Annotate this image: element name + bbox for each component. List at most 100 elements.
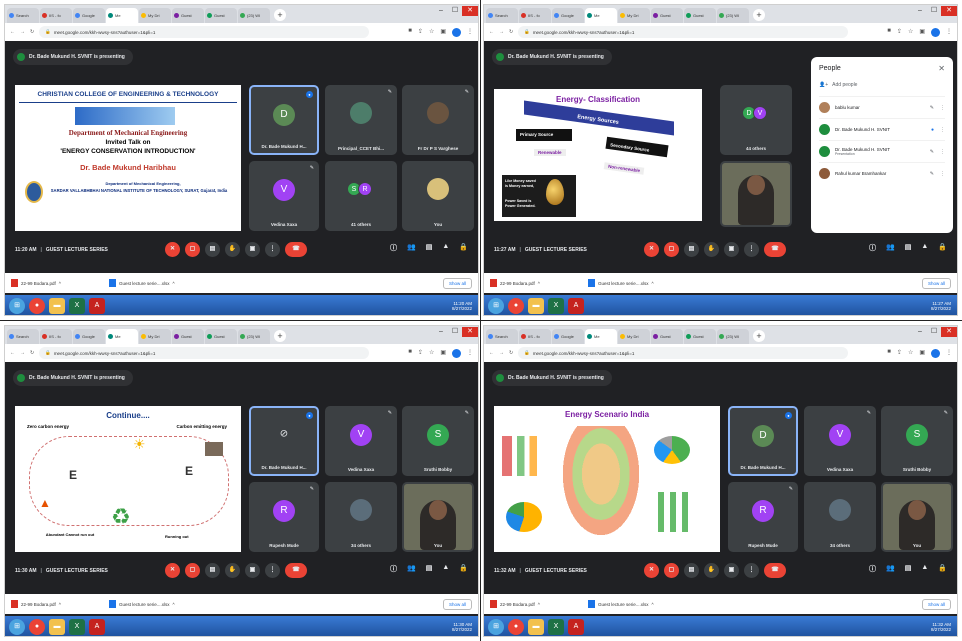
browser-tab[interactable]: Guest	[684, 8, 716, 23]
url-field[interactable]: 🔒 meet.google.com/kkh-wwsy-sns?authuser=1…	[39, 347, 370, 359]
pdf-taskbar-icon[interactable]: A	[89, 298, 105, 314]
minimize-button[interactable]: –	[913, 6, 927, 16]
add-people-button[interactable]: 👤+ Add people	[819, 82, 945, 88]
url-field[interactable]: 🔒 meet.google.com/kkh-wwsy-sns?authuser=1…	[518, 26, 849, 38]
raise-hand-icon[interactable]: ✋	[704, 242, 719, 257]
download-item[interactable]: Guest lecture serie....xlsx ^	[109, 600, 199, 608]
forward-icon[interactable]: →	[20, 29, 25, 35]
chrome-taskbar-icon[interactable]: ●	[508, 298, 524, 314]
camera-off-icon[interactable]: ▢	[185, 563, 200, 578]
browser-tab[interactable]: Search	[7, 329, 39, 344]
people-list-item[interactable]: Dr. Bade Mukund H. SVNIT ● ⋮	[819, 118, 945, 140]
new-tab-button[interactable]: +	[274, 330, 286, 342]
folder-taskbar-icon[interactable]: ▬	[528, 298, 544, 314]
chevron-up-icon[interactable]: ^	[59, 602, 61, 607]
menu-icon[interactable]: ⋮	[946, 349, 952, 358]
chrome-taskbar-icon[interactable]: ●	[29, 298, 45, 314]
camera-icon[interactable]: ■	[887, 349, 891, 358]
menu-icon[interactable]: ⋮	[467, 349, 473, 358]
participant-tile[interactable]: ✎ Fr Dr P S Varghese	[402, 85, 474, 155]
participant-tile[interactable]: 34 others	[325, 482, 397, 552]
mic-off-icon[interactable]: ✕	[165, 242, 180, 257]
browser-tab[interactable]: My Dri	[618, 8, 650, 23]
browser-tab[interactable]: IIS - fo	[519, 329, 551, 344]
profile-avatar[interactable]	[452, 348, 461, 358]
excel-taskbar-icon[interactable]: X	[69, 619, 85, 635]
browser-tab[interactable]: Guest	[651, 8, 683, 23]
browser-tab[interactable]: My Dri	[618, 329, 650, 344]
people-icon[interactable]: 👥	[886, 243, 895, 253]
present-icon[interactable]: ▣	[245, 563, 260, 578]
participant-tile[interactable]: ⊘ ● Dr. Bade Mukund H...	[249, 406, 319, 476]
info-icon[interactable]: ⓘ	[869, 243, 876, 253]
host-controls-icon[interactable]: 🔒	[459, 243, 468, 253]
participant-tile[interactable]: 34 others	[804, 482, 876, 552]
maximize-button[interactable]: ☐	[448, 327, 462, 337]
more-options-icon[interactable]: ⋮	[265, 563, 280, 578]
reload-icon[interactable]: ↻	[509, 29, 513, 35]
leave-call-button[interactable]: ☎	[285, 563, 307, 578]
new-tab-button[interactable]: +	[274, 9, 286, 21]
activities-icon[interactable]: ▲	[442, 243, 449, 253]
activities-icon[interactable]: ▲	[442, 564, 449, 574]
profile-avatar[interactable]	[452, 27, 461, 37]
download-item[interactable]: 22-99 Bodara.pdf ^	[490, 279, 580, 287]
camera-icon[interactable]: ■	[408, 28, 412, 37]
pdf-taskbar-icon[interactable]: A	[568, 298, 584, 314]
participant-tile[interactable]: R ✎ Rupesh Mude	[728, 482, 798, 552]
participant-tile[interactable]: S ✎ Sruthi Bobby	[881, 406, 953, 476]
participant-tile[interactable]: V ✎ Vedina Xaxa	[249, 161, 319, 231]
share-icon[interactable]: ⇪	[418, 28, 423, 37]
browser-tab-active[interactable]: Me	[585, 8, 617, 23]
chevron-up-icon[interactable]: ^	[538, 602, 540, 607]
back-icon[interactable]: ←	[10, 350, 15, 356]
share-icon[interactable]: ⇪	[897, 28, 902, 37]
activities-icon[interactable]: ▲	[921, 243, 928, 253]
participant-tile[interactable]: You	[881, 482, 953, 552]
info-icon[interactable]: ⓘ	[869, 564, 876, 574]
browser-tab[interactable]: My Dri	[139, 329, 171, 344]
more-options-icon[interactable]: ⋮	[744, 242, 759, 257]
download-item[interactable]: Guest lecture serie....xlsx ^	[588, 279, 678, 287]
chevron-up-icon[interactable]: ^	[173, 281, 175, 286]
browser-tab[interactable]: IIS - fo	[519, 8, 551, 23]
chevron-up-icon[interactable]: ^	[59, 281, 61, 286]
menu-icon[interactable]: ⋮	[946, 28, 952, 37]
mic-off-icon[interactable]: ✕	[644, 242, 659, 257]
show-all-button[interactable]: Show all	[442, 598, 472, 610]
browser-tab[interactable]: (23) WI	[238, 329, 270, 344]
camera-off-icon[interactable]: ▢	[185, 242, 200, 257]
back-icon[interactable]: ←	[489, 29, 494, 35]
captions-icon[interactable]: ▤	[684, 242, 699, 257]
url-field[interactable]: 🔒 meet.google.com/kkh-wwsy-sns?authuser=1…	[518, 347, 849, 359]
browser-tab[interactable]: IIS - fo	[40, 329, 72, 344]
browser-tab[interactable]: Google	[552, 329, 584, 344]
host-controls-icon[interactable]: 🔒	[938, 564, 947, 574]
camera-off-icon[interactable]: ▢	[664, 563, 679, 578]
activities-icon[interactable]: ▲	[921, 564, 928, 574]
browser-tab-active[interactable]: Me	[106, 329, 138, 344]
captions-icon[interactable]: ▤	[684, 563, 699, 578]
self-video-tile[interactable]	[720, 161, 792, 227]
download-item[interactable]: Guest lecture serie....xlsx ^	[588, 600, 678, 608]
maximize-button[interactable]: ☐	[927, 6, 941, 16]
chrome-taskbar-icon[interactable]: ●	[508, 619, 524, 635]
pdf-taskbar-icon[interactable]: A	[89, 619, 105, 635]
browser-tab[interactable]: Guest	[205, 329, 237, 344]
new-tab-button[interactable]: +	[753, 330, 765, 342]
raise-hand-icon[interactable]: ✋	[225, 242, 240, 257]
chevron-up-icon[interactable]: ^	[652, 602, 654, 607]
raise-hand-icon[interactable]: ✋	[704, 563, 719, 578]
url-field[interactable]: 🔒 meet.google.com/kkh-wwsy-sns?authuser=1…	[39, 26, 370, 38]
download-item[interactable]: 22-99 Bodara.pdf ^	[490, 600, 580, 608]
chat-icon[interactable]: ▤	[905, 564, 912, 574]
extension-icon[interactable]: ▣	[440, 28, 446, 37]
camera-icon[interactable]: ■	[887, 28, 891, 37]
close-button[interactable]: ✕	[462, 6, 478, 16]
present-icon[interactable]: ▣	[724, 242, 739, 257]
participant-tile[interactable]: R ✎ Rupesh Mude	[249, 482, 319, 552]
camera-icon[interactable]: ■	[408, 349, 412, 358]
start-button[interactable]: ⊞	[488, 619, 504, 635]
excel-taskbar-icon[interactable]: X	[548, 298, 564, 314]
browser-tab[interactable]: Guest	[205, 8, 237, 23]
